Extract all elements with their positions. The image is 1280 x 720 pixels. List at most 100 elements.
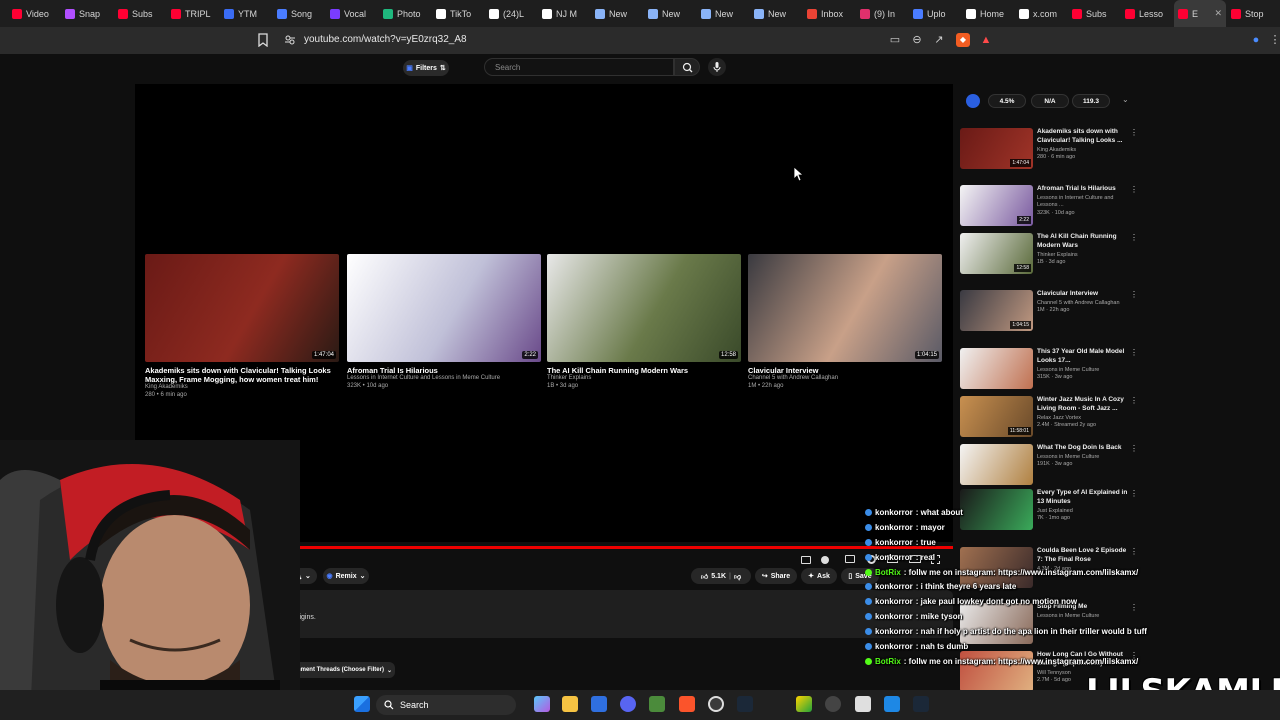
browser-tab[interactable]: New: [591, 0, 643, 27]
browser-tab[interactable]: Subs: [1068, 0, 1120, 27]
video-title[interactable]: Clavicular Interview Channel 5 with Andre…: [1037, 290, 1133, 315]
share-button[interactable]: ↪ Share: [755, 568, 797, 584]
more-options-icon[interactable]: ⋮: [1130, 489, 1138, 498]
bookmark-icon[interactable]: [258, 33, 268, 47]
video-title[interactable]: The AI Kill Chain Running Modern Wars Thi…: [1037, 233, 1133, 266]
vpn-icon[interactable]: ●: [1249, 33, 1263, 47]
video-channel[interactable]: Channel 5 with Andrew Callaghan: [1037, 300, 1133, 307]
endscreen-video-card[interactable]: 1:04:15 Clavicular Interview Channel 5 wit…: [748, 254, 942, 391]
app-icon-1[interactable]: [649, 696, 665, 712]
video-channel[interactable]: Lessons in Internet Culture and Lessons …: [347, 375, 541, 383]
app-icon-5[interactable]: [884, 696, 900, 712]
recommended-video[interactable]: 11:58:01 Winter Jazz Music In A Cozy Livi…: [960, 396, 1145, 446]
browser-tab[interactable]: New: [644, 0, 696, 27]
endscreen-video-card[interactable]: 1:47:04 Akademiks sits down with Clavicul…: [145, 254, 339, 400]
browser-tab[interactable]: Vocal: [326, 0, 378, 27]
like-icon[interactable]: 👍︎: [701, 572, 708, 581]
remix-button[interactable]: ◉ Remix ⌄: [323, 568, 369, 584]
video-title[interactable]: Afroman Trial Is Hilarious Lessons in Int…: [1037, 185, 1133, 217]
video-channel[interactable]: Thinker Explains: [547, 375, 741, 383]
browser-tab[interactable]: TikTo: [432, 0, 484, 27]
recommended-video[interactable]: What The Dog Doin Is Back Lessons in Meme…: [960, 444, 1145, 494]
video-thumbnail[interactable]: [960, 444, 1033, 485]
browser-tab[interactable]: Song: [273, 0, 325, 27]
ask-button[interactable]: ✦ Ask: [801, 568, 837, 584]
captions-icon[interactable]: [845, 555, 855, 563]
browser-tab[interactable]: Subs: [114, 0, 166, 27]
more-options-icon[interactable]: ⋮: [1130, 348, 1138, 357]
video-thumbnail[interactable]: [960, 348, 1033, 389]
browser-tab[interactable]: TRIPL: [167, 0, 219, 27]
video-channel[interactable]: Lessons in Internet Culture and Lessons …: [1037, 195, 1133, 210]
app-icon-2[interactable]: [796, 696, 812, 712]
video-thumbnail[interactable]: 1:47:04: [960, 128, 1033, 169]
browser-tab[interactable]: YTM: [220, 0, 272, 27]
video-channel[interactable]: King Akademiks: [145, 384, 339, 392]
endscreen-video-card[interactable]: 2:22 Afroman Trial Is Hilarious Lessons in…: [347, 254, 541, 391]
more-options-icon[interactable]: ⋮: [1130, 185, 1138, 194]
discord-icon[interactable]: [620, 696, 636, 712]
browser-tab[interactable]: New: [750, 0, 802, 27]
video-title[interactable]: Winter Jazz Music In A Cozy Living Room …: [1037, 396, 1133, 429]
browser-tab[interactable]: NJ M: [538, 0, 590, 27]
browser-tab[interactable]: (9) In: [856, 0, 908, 27]
video-thumbnail[interactable]: 1:04:15: [960, 290, 1033, 331]
video-thumbnail[interactable]: 1:47:04: [145, 254, 339, 362]
browser-tab[interactable]: (24)L: [485, 0, 537, 27]
menu-icon[interactable]: ⋮: [1268, 33, 1280, 47]
browser-tab[interactable]: New: [697, 0, 749, 27]
video-channel[interactable]: Lessons in Meme Culture: [1037, 367, 1133, 374]
video-thumbnail[interactable]: 2:22: [347, 254, 541, 362]
start-icon[interactable]: [354, 696, 370, 712]
more-options-icon[interactable]: ⋮: [1130, 233, 1138, 242]
zoom-icon[interactable]: ⊖: [910, 33, 924, 47]
more-options-icon[interactable]: ⋮: [1130, 290, 1138, 299]
subtitles-icon[interactable]: [801, 556, 811, 564]
app-icon-3[interactable]: [825, 696, 841, 712]
share-icon[interactable]: ↗: [932, 33, 946, 47]
taskbar-search[interactable]: Search: [376, 695, 516, 715]
video-thumbnail[interactable]: 2:22: [960, 185, 1033, 226]
video-title[interactable]: Afroman Trial Is Hilarious: [347, 366, 541, 375]
more-options-icon[interactable]: ⋮: [1130, 444, 1138, 453]
browser-tab[interactable]: Home: [962, 0, 1014, 27]
more-options-icon[interactable]: ⋮: [1130, 396, 1138, 405]
browser-tab[interactable]: x.com: [1015, 0, 1067, 27]
more-options-icon[interactable]: ⋮: [1130, 128, 1138, 137]
video-channel[interactable]: Channel 5 with Andrew Callaghan: [748, 375, 942, 383]
video-title[interactable]: What The Dog Doin Is Back Lessons in Meme…: [1037, 444, 1133, 469]
site-info-icon[interactable]: [284, 34, 296, 46]
voice-search-button[interactable]: [708, 58, 726, 76]
install-icon[interactable]: ▭: [888, 33, 902, 47]
browser-tab[interactable]: Uplo: [909, 0, 961, 27]
video-channel[interactable]: Thinker Explains: [1037, 252, 1133, 259]
video-title[interactable]: Akademiks sits down with Clavicular! Tal…: [1037, 128, 1133, 161]
endscreen-video-card[interactable]: 12:58 The AI Kill Chain Running Modern Wa…: [547, 254, 741, 391]
recommended-video[interactable]: 1:47:04 Akademiks sits down with Clavicul…: [960, 128, 1145, 178]
store-icon[interactable]: [591, 696, 607, 712]
url-text[interactable]: youtube.com/watch?v=yE0zrq32_A8: [304, 34, 467, 45]
video-thumbnail[interactable]: 12:58: [960, 233, 1033, 274]
video-channel[interactable]: Lessons in Meme Culture: [1037, 454, 1133, 461]
obs-icon[interactable]: [708, 696, 724, 712]
steam-icon[interactable]: [737, 696, 753, 712]
recommended-video[interactable]: 2:22 Afroman Trial Is Hilarious Lessons in…: [960, 185, 1145, 235]
video-thumbnail[interactable]: 12:58: [547, 254, 741, 362]
file-explorer-icon[interactable]: [562, 696, 578, 712]
browser-tab[interactable]: Video: [8, 0, 60, 27]
browser-tab[interactable]: Photo: [379, 0, 431, 27]
recommended-video[interactable]: This 37 Year Old Male Model Looks 17... L…: [960, 348, 1145, 398]
brave-rewards-icon[interactable]: ▲: [979, 33, 993, 47]
brave-icon[interactable]: [679, 696, 695, 712]
autoplay-toggle[interactable]: [821, 556, 829, 564]
search-input[interactable]: Search: [484, 58, 674, 76]
recommended-video[interactable]: 1:04:15 Clavicular Interview Channel 5 wit…: [960, 290, 1145, 340]
browser-tab[interactable]: Inbox: [803, 0, 855, 27]
dislike-icon[interactable]: 👎︎: [734, 572, 741, 581]
search-button[interactable]: [674, 58, 700, 76]
video-title[interactable]: This 37 Year Old Male Model Looks 17... L…: [1037, 348, 1133, 381]
copilot-icon[interactable]: [534, 696, 550, 712]
filters-button[interactable]: ▣ Filters ⇅: [403, 60, 449, 76]
brave-shield-icon[interactable]: ◆: [956, 33, 970, 47]
video-channel[interactable]: King Akademiks: [1037, 147, 1133, 154]
